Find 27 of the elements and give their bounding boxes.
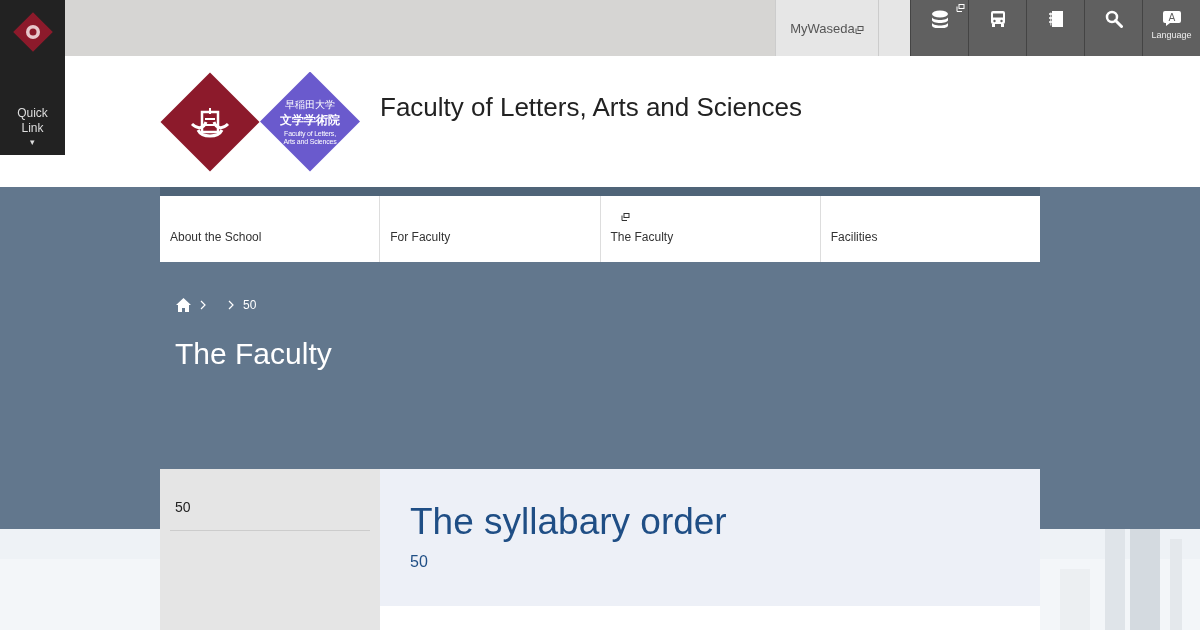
blank-panel (879, 0, 910, 56)
chevron-icon (199, 300, 207, 310)
search-button[interactable] (1084, 0, 1142, 56)
quick-link-button[interactable]: Quick Link ▾ (12, 106, 53, 148)
nav-item[interactable]: The Faculty (599, 196, 820, 262)
nav-item[interactable]: About the School (160, 196, 380, 262)
speech-bubble-icon: A (1161, 10, 1182, 27)
notebook-icon (1046, 10, 1065, 28)
external-link-icon (854, 26, 864, 35)
section-subheading: 50 (410, 553, 429, 571)
bus-button[interactable] (968, 0, 1026, 56)
side-menu-item[interactable]: 50 (170, 469, 370, 531)
nav-item[interactable]: For Faculty (379, 196, 600, 262)
language-button[interactable]: A Language (1142, 0, 1200, 56)
chevron-icon (227, 300, 235, 310)
mywaseda-link[interactable]: MyWaseda (775, 0, 879, 56)
bus-icon (988, 10, 1007, 28)
database-button[interactable] (910, 0, 968, 56)
section-heading: The syllabary order (410, 501, 728, 543)
home-icon (176, 298, 191, 312)
search-icon (1104, 10, 1123, 28)
page-title: The Faculty (175, 337, 333, 371)
nav-item[interactable]: Facilities (819, 196, 1040, 262)
breadcrumb-item: 50 (243, 298, 257, 312)
notebook-button[interactable] (1026, 0, 1084, 56)
database-icon (930, 10, 949, 28)
site-title: Faculty of Letters, Arts and Sciences (380, 92, 802, 123)
